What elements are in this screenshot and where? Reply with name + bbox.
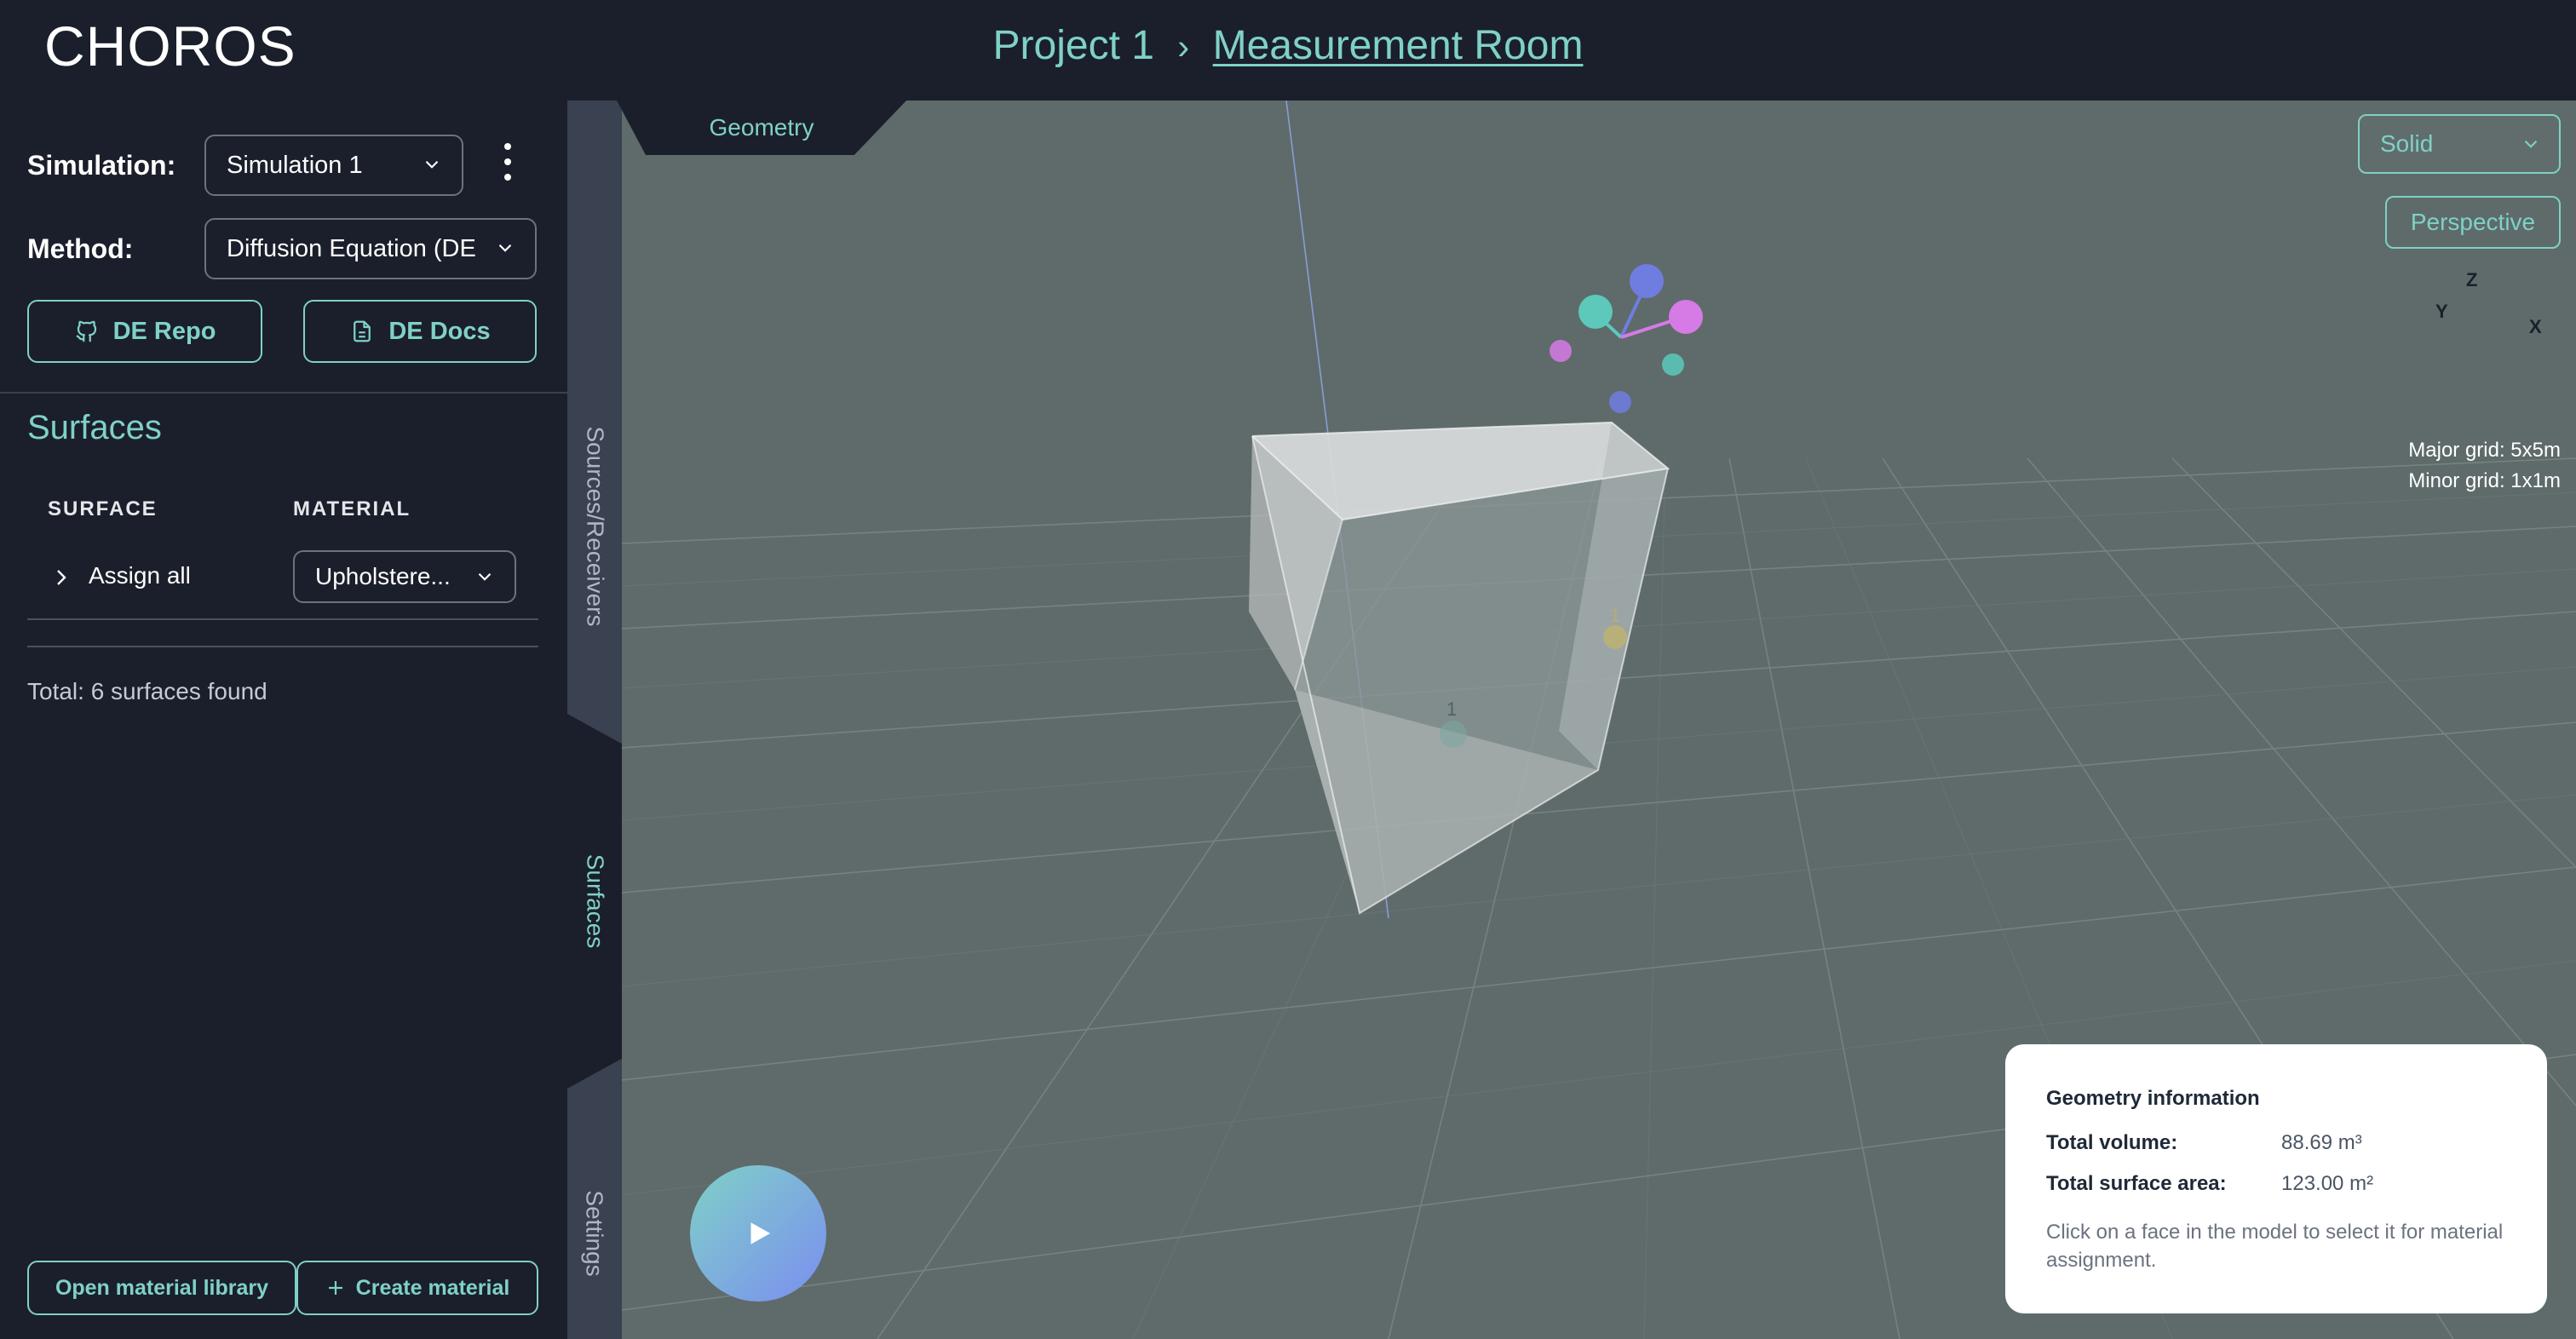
table-bottom-divider — [27, 646, 538, 647]
de-repo-label: DE Repo — [112, 317, 216, 345]
neg-z-axis-icon[interactable] — [1609, 391, 1631, 413]
y-axis-icon[interactable] — [1578, 295, 1613, 329]
room-box[interactable] — [1249, 421, 1670, 915]
chevron-down-icon — [425, 160, 439, 169]
surfaces-total: Total: 6 surfaces found — [27, 678, 267, 704]
chevron-down-icon — [2524, 140, 2538, 148]
document-icon — [354, 320, 371, 342]
tab-surfaces-label: Surfaces — [582, 853, 608, 949]
de-docs-label: DE Docs — [388, 317, 491, 345]
play-icon — [750, 1222, 771, 1244]
z-axis-label: Z — [2466, 269, 2478, 290]
chevron-down-icon — [478, 572, 492, 581]
major-grid-info: Major grid: 5x5m — [2408, 439, 2561, 462]
assign-all-label[interactable]: Assign all — [89, 562, 191, 589]
source-marker[interactable] — [1603, 625, 1627, 649]
total-volume-value: 88.69 m³ — [2281, 1131, 2362, 1154]
neg-y-axis-icon[interactable] — [1662, 353, 1684, 376]
de-docs-button[interactable]: DE Docs — [303, 300, 537, 363]
breadcrumb-separator-icon: › — [1177, 26, 1190, 66]
material-select-value: Upholstere... — [315, 563, 451, 589]
perspective-button[interactable]: Perspective — [2385, 196, 2561, 249]
z-axis-icon[interactable] — [1630, 264, 1664, 298]
receiver-marker-label: 1 — [1446, 698, 1457, 720]
neg-x-axis-icon[interactable] — [1550, 340, 1572, 362]
surfaces-title: Surfaces — [27, 409, 162, 446]
render-mode-select[interactable]: Solid — [2358, 114, 2561, 174]
app-root: CHOROS Project 1 › Measurement Room Simu… — [0, 0, 2576, 1339]
total-area-label: Total surface area: — [2046, 1172, 2227, 1195]
left-panel: Simulation: Simulation 1 Method: Diffusi… — [0, 101, 567, 1339]
minor-grid-info: Minor grid: 1x1m — [2408, 469, 2561, 492]
geometry-info-card: Geometry information Total volume: 88.69… — [2005, 1044, 2547, 1313]
geometry-info-title: Geometry information — [2046, 1087, 2260, 1110]
github-icon — [76, 320, 96, 342]
create-material-button[interactable]: Create material — [296, 1261, 538, 1315]
method-select[interactable]: Diffusion Equation (DE — [204, 218, 537, 279]
breadcrumb-room[interactable]: Measurement Room — [1213, 23, 1584, 68]
tab-settings-label: Settings — [582, 1190, 609, 1277]
x-axis-icon[interactable] — [1669, 300, 1703, 334]
simulation-select-value: Simulation 1 — [227, 151, 363, 179]
x-axis-label: X — [2529, 316, 2542, 337]
run-simulation-button[interactable] — [690, 1165, 826, 1302]
y-axis-label: Y — [2435, 301, 2448, 322]
create-material-label: Create material — [355, 1275, 510, 1300]
material-column-header: MATERIAL — [293, 497, 411, 520]
simulation-select[interactable]: Simulation 1 — [204, 135, 463, 196]
row-divider — [27, 618, 538, 620]
breadcrumb-project[interactable]: Project 1 — [993, 23, 1154, 68]
tab-settings[interactable]: Settings — [567, 1148, 622, 1319]
plus-icon — [328, 1281, 342, 1295]
tab-sources-receivers-label: Sources/Receivers — [582, 426, 609, 627]
method-select-value: Diffusion Equation (DE — [227, 234, 476, 262]
source-marker-label: 1 — [1610, 605, 1620, 626]
de-repo-button[interactable]: DE Repo — [27, 300, 262, 363]
side-tab-rail: Sources/Receivers Surfaces Settings — [567, 101, 622, 1339]
method-label: Method: — [27, 233, 134, 264]
open-material-library-button[interactable]: Open material library — [27, 1261, 296, 1315]
total-area-value: 123.00 m² — [2281, 1172, 2374, 1195]
total-volume-label: Total volume: — [2046, 1131, 2178, 1154]
chevron-right-icon[interactable] — [53, 567, 70, 588]
more-options-icon[interactable] — [494, 141, 520, 184]
surface-column-header: SURFACE — [48, 497, 158, 520]
material-select[interactable]: Upholstere... — [293, 550, 516, 603]
simulation-label: Simulation: — [27, 150, 176, 181]
receiver-marker[interactable] — [1440, 721, 1467, 748]
top-header: CHOROS Project 1 › Measurement Room — [0, 0, 2576, 101]
chevron-down-icon — [498, 244, 512, 252]
breadcrumb: Project 1 › Measurement Room — [0, 22, 2576, 69]
render-mode-value: Solid — [2380, 130, 2434, 157]
tab-sources-receivers[interactable]: Sources/Receivers — [567, 424, 622, 629]
geometry-info-hint: Click on a face in the model to select i… — [2046, 1221, 2504, 1272]
section-divider — [0, 392, 567, 394]
tab-surfaces[interactable]: Surfaces — [567, 714, 622, 1089]
axis-gizmo[interactable] — [1550, 264, 1703, 413]
